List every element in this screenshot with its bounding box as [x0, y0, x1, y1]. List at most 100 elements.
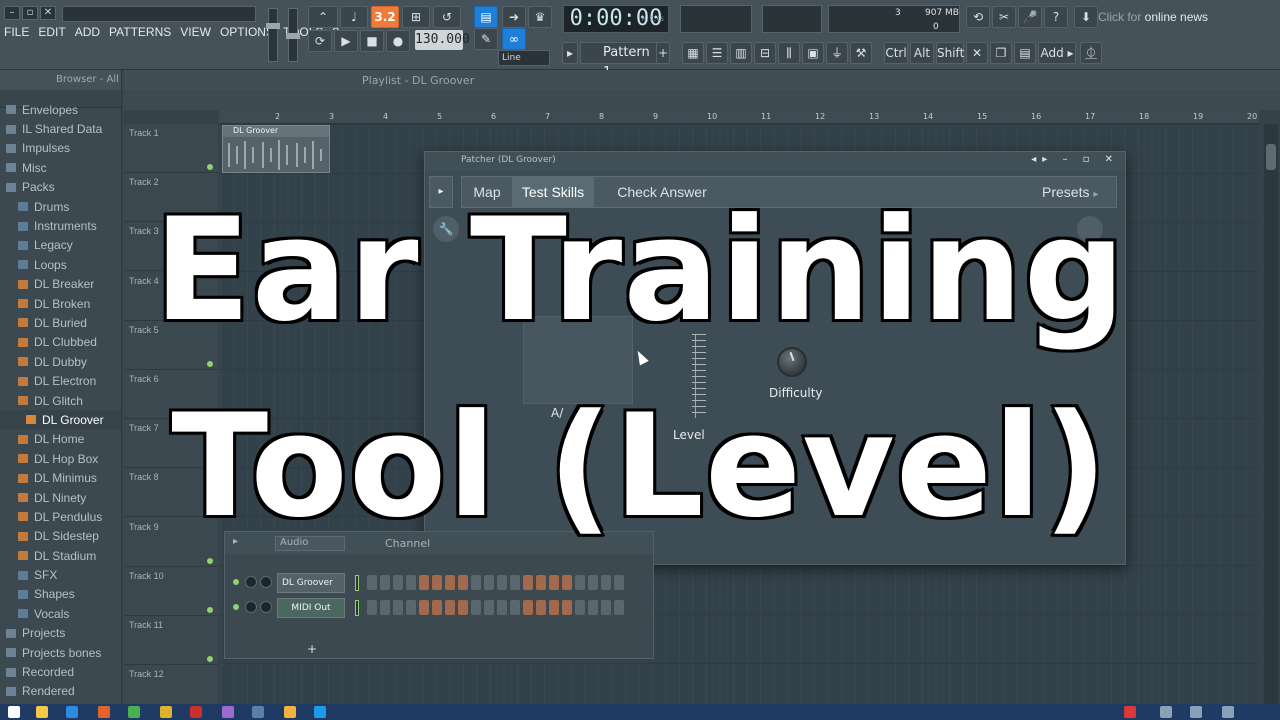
start-icon[interactable]: [8, 706, 20, 718]
browser-item-drums[interactable]: Drums: [0, 197, 121, 216]
xy-pad[interactable]: [523, 316, 633, 404]
paste-icon[interactable]: ▤: [1014, 42, 1036, 64]
snap-select[interactable]: Line: [498, 50, 550, 66]
snap-mode-icon[interactable]: ▤: [474, 6, 498, 28]
pattern-selector[interactable]: Pattern 1: [580, 42, 658, 80]
track-mute-led[interactable]: [207, 410, 213, 416]
record-button[interactable]: ●: [386, 30, 410, 52]
step-button[interactable]: [484, 600, 494, 615]
step-button[interactable]: [458, 600, 468, 615]
playlist-icon[interactable]: ▦: [682, 42, 704, 64]
patcher-window-controls[interactable]: ◂▸ – ▫ ✕: [1031, 154, 1119, 165]
browser-item-impulses[interactable]: Impulses: [0, 139, 121, 158]
channel-row[interactable]: DL Groover: [231, 572, 651, 594]
browser-icon[interactable]: ▣: [802, 42, 824, 64]
add-menu-button[interactable]: Add ▸: [1038, 42, 1076, 64]
step-button[interactable]: [367, 575, 377, 590]
track-header[interactable]: Track 11: [124, 616, 218, 665]
browser-item-dl-pendulus[interactable]: DL Pendulus: [0, 507, 121, 526]
piano-roll-icon[interactable]: ☰: [706, 42, 728, 64]
browser-item-misc[interactable]: Misc: [0, 158, 121, 177]
pointer-icon[interactable]: [1077, 216, 1103, 242]
master-pitch-slider[interactable]: [286, 8, 300, 62]
app-icon[interactable]: [160, 706, 172, 718]
track-header[interactable]: Track 5: [124, 321, 218, 370]
browser-item-il-shared-data[interactable]: IL Shared Data: [0, 119, 121, 138]
stop-button[interactable]: ■: [360, 30, 384, 52]
step-button[interactable]: [601, 575, 611, 590]
browser-item-dl-groover[interactable]: DL Groover: [0, 410, 121, 430]
tempo-display[interactable]: 130.000: [415, 30, 470, 50]
browser-item-dl-sidestep[interactable]: DL Sidestep: [0, 527, 121, 546]
step-button[interactable]: [497, 600, 507, 615]
track-mute-led[interactable]: [207, 656, 213, 662]
step-button[interactable]: [406, 575, 416, 590]
pattern-mode-button[interactable]: 3.2: [371, 6, 399, 28]
refresh-icon[interactable]: ⟲: [966, 6, 990, 28]
step-edit-button[interactable]: ⊞: [402, 6, 430, 28]
channel-name-button[interactable]: DL Groover: [277, 573, 345, 593]
browser-item-projects[interactable]: Projects: [0, 624, 121, 643]
metronome-button[interactable]: ♩: [340, 6, 368, 28]
step-button[interactable]: [549, 600, 559, 615]
step-button[interactable]: [588, 600, 598, 615]
channel-rack-icon[interactable]: ▥: [730, 42, 752, 64]
channel-volume-knob[interactable]: [260, 576, 272, 588]
step-button[interactable]: [432, 575, 442, 590]
track-mute-led[interactable]: [207, 213, 213, 220]
tab-test-skills[interactable]: Test Skills: [512, 177, 594, 207]
track-header[interactable]: Track 3: [124, 222, 218, 272]
step-button[interactable]: [562, 600, 572, 615]
browser-item-vocals[interactable]: Vocals: [0, 604, 121, 623]
link-icon[interactable]: ∞: [502, 28, 526, 50]
browser-item-recorded[interactable]: Recorded: [0, 662, 121, 681]
browser-item-legacy[interactable]: Legacy: [0, 236, 121, 255]
step-button[interactable]: [536, 575, 546, 590]
plugin-picker-icon[interactable]: ⏚: [826, 42, 848, 64]
arrow-icon[interactable]: ➜: [502, 6, 526, 28]
step-button[interactable]: [445, 575, 455, 590]
step-button[interactable]: [588, 575, 598, 590]
channel-volume-knob[interactable]: [260, 601, 272, 613]
audio-filter-select[interactable]: Audio: [275, 536, 345, 551]
draw-icon[interactable]: ✎: [474, 28, 498, 50]
browser-item-loops[interactable]: Loops: [0, 255, 121, 274]
browser-item-dl-buried[interactable]: DL Buried: [0, 313, 121, 332]
browser-item-projects-bones[interactable]: Projects bones: [0, 643, 121, 662]
step-button[interactable]: [575, 600, 585, 615]
browser-item-dl-electron[interactable]: DL Electron: [0, 371, 121, 390]
browser-item-envelopes[interactable]: Envelopes: [0, 100, 121, 119]
step-button[interactable]: [484, 575, 494, 590]
track-header[interactable]: Track 1: [124, 124, 218, 173]
track-header[interactable]: Track 4: [124, 272, 218, 321]
ctrl-key-button[interactable]: Ctrl: [884, 42, 908, 64]
channel-led[interactable]: [233, 604, 239, 610]
edge-icon[interactable]: [66, 706, 78, 718]
step-button[interactable]: [445, 600, 455, 615]
step-button[interactable]: [614, 600, 624, 615]
app-icon[interactable]: [190, 706, 202, 718]
tray-icon[interactable]: [1190, 706, 1202, 718]
playlist-scrollbar[interactable]: [1264, 124, 1278, 704]
typing-keyboard-button[interactable]: ⌃: [308, 6, 338, 28]
browser-item-dl-dubby[interactable]: DL Dubby: [0, 352, 121, 371]
track-mute-led[interactable]: [207, 459, 213, 466]
step-button[interactable]: [393, 600, 403, 615]
browser-item-dl-hop-box[interactable]: DL Hop Box: [0, 449, 121, 468]
menu-item-add[interactable]: ADD: [75, 25, 100, 39]
track-mute-led[interactable]: [207, 508, 213, 515]
loop-record-button[interactable]: ↺: [433, 6, 461, 28]
fl-studio-icon[interactable]: [284, 706, 296, 718]
skype-icon[interactable]: [314, 706, 326, 718]
browser-item-dl-home[interactable]: DL Home: [0, 430, 121, 449]
track-header[interactable]: Track 9: [124, 518, 218, 567]
minimize-icon[interactable]: –: [4, 6, 20, 20]
help-icon[interactable]: ?: [1044, 6, 1068, 28]
master-volume-slider[interactable]: [266, 8, 280, 62]
step-button[interactable]: [380, 575, 390, 590]
browser-item-dl-glitch[interactable]: DL Glitch: [0, 391, 121, 410]
add-pattern-icon[interactable]: +: [656, 42, 670, 64]
channel-row[interactable]: MIDI Out: [231, 597, 651, 619]
browser-item-dl-stadium[interactable]: DL Stadium: [0, 546, 121, 565]
browser-item-dl-ninety[interactable]: DL Ninety: [0, 488, 121, 507]
